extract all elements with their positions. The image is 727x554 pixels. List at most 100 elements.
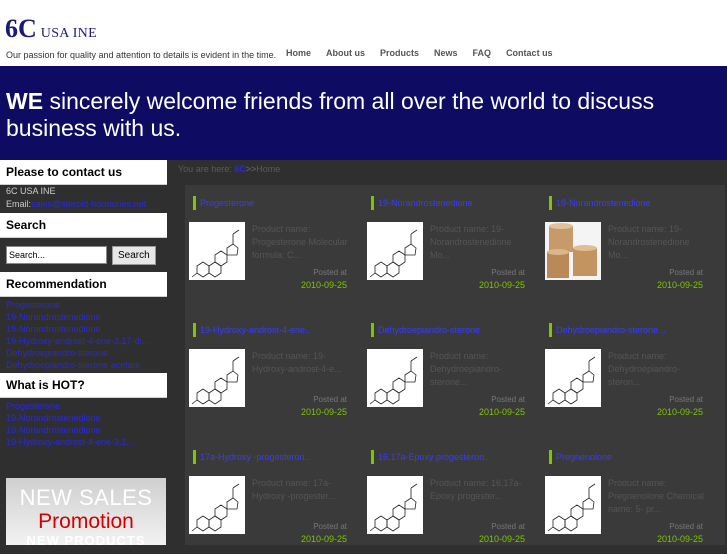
product-date: 2010-09-25 xyxy=(478,534,525,544)
product-description: Product name: 19-Hydroxy-androst-4-e... xyxy=(252,351,342,374)
molecule-structure-icon xyxy=(369,356,418,405)
product-date: 2010-09-25 xyxy=(300,280,347,290)
recommendation-item[interactable]: 19-Hydroxy-androst-4-ene-3,17-di... xyxy=(0,335,167,347)
product-image[interactable] xyxy=(189,222,245,280)
product-card[interactable]: Progesterone Product name: Progesterone M… xyxy=(185,185,357,300)
recommendation-heading: Recommendation xyxy=(0,272,167,297)
search-heading: Search xyxy=(0,213,167,238)
product-description: Product name: 17a-Hydroxy -progester... xyxy=(252,478,336,501)
hot-item[interactable]: Progesterone xyxy=(0,400,167,412)
email-link[interactable]: sales@steroid-hormones.net xyxy=(31,199,146,209)
nav-home[interactable]: Home xyxy=(286,48,311,58)
hot-item[interactable]: 19-Norandrostenedione xyxy=(0,424,167,436)
product-grid: Progesterone Product name: Progesterone M… xyxy=(185,185,725,545)
product-date: 2010-09-25 xyxy=(656,534,703,544)
promo-line-3: NEW PRODUCTS xyxy=(26,533,146,546)
product-card[interactable]: 19-Norandrostenedione Product name: 19-No… xyxy=(541,185,713,300)
breadcrumb-current: Home xyxy=(256,164,281,174)
product-posted-label: Posted at xyxy=(491,522,525,531)
recommendation-item[interactable]: 19-Norandrostenedione xyxy=(0,311,167,323)
product-date: 2010-09-25 xyxy=(478,407,525,417)
molecule-structure-icon xyxy=(191,229,240,278)
product-image[interactable] xyxy=(545,476,601,534)
product-image[interactable] xyxy=(189,476,245,534)
breadcrumb: You are here: 6C>>Home xyxy=(178,164,280,174)
product-image[interactable] xyxy=(367,349,423,407)
product-posted-label: Posted at xyxy=(313,522,347,531)
product-title-link[interactable]: 19-Norandrostenedione xyxy=(371,196,473,210)
banner-message: sincerely welcome friends from all over … xyxy=(6,88,655,141)
product-title-link[interactable]: Pregnenolone xyxy=(549,450,612,464)
nav-news[interactable]: News xyxy=(434,48,458,58)
site-tagline: Our passion for quality and attention to… xyxy=(6,50,277,60)
product-posted-label: Posted at xyxy=(669,395,703,404)
product-posted-label: Posted at xyxy=(669,268,703,277)
product-title-link[interactable]: 19-Hydroxy-androst-4-ene.. xyxy=(193,323,310,337)
product-title-link[interactable]: Dehydroepiandro-sterone .. xyxy=(549,323,666,337)
hot-heading: What is HOT? xyxy=(0,373,167,398)
banner-text: WE sincerely welcome friends from all ov… xyxy=(6,88,706,142)
product-card[interactable]: 16,17a-Epoxy progesteron.. Product name: … xyxy=(363,439,535,554)
product-date: 2010-09-25 xyxy=(300,534,347,544)
product-image[interactable] xyxy=(367,222,423,280)
product-drums-photo xyxy=(545,222,601,280)
molecule-structure-icon xyxy=(191,483,240,532)
nav-faq[interactable]: FAQ xyxy=(473,48,492,58)
promo-line-1: NEW SALES xyxy=(19,485,153,510)
product-posted-label: Posted at xyxy=(313,268,347,277)
product-card[interactable]: Pregnenolone Product name: Pregnenolone C… xyxy=(541,439,713,554)
product-date: 2010-09-25 xyxy=(656,407,703,417)
product-posted-label: Posted at xyxy=(669,522,703,531)
welcome-banner: WE sincerely welcome friends from all ov… xyxy=(0,66,727,160)
promo-banner[interactable]: NEW SALES Promotion NEW PRODUCTS xyxy=(6,478,166,545)
logo-mark: 6C xyxy=(5,14,37,43)
product-image[interactable] xyxy=(189,349,245,407)
search-form: Search xyxy=(0,238,167,272)
product-image[interactable] xyxy=(545,222,601,280)
product-card[interactable]: 17a-Hydroxy -progesteron.. Product name: … xyxy=(185,439,357,554)
breadcrumb-home-link[interactable]: 6C xyxy=(234,164,246,174)
site-logo[interactable]: 6C USA INE xyxy=(5,14,97,44)
product-title-link[interactable]: Dehydroepiandro-sterone xyxy=(371,323,480,337)
nav-products[interactable]: Products xyxy=(380,48,419,58)
search-button[interactable]: Search xyxy=(112,245,156,265)
contact-email-row: Email:sales@steroid-hormones.net xyxy=(0,198,167,211)
product-description: Product name: Dehydroepiandro-sterone... xyxy=(430,351,503,387)
recommendation-item[interactable]: Dehydroepiandro-sterone xyxy=(0,347,167,359)
search-input[interactable] xyxy=(6,246,107,264)
nav-about-us[interactable]: About us xyxy=(326,48,365,58)
recommendation-item[interactable]: Dehydroepiandro-sterone acetate xyxy=(0,359,167,371)
product-image[interactable] xyxy=(545,349,601,407)
banner-lead: WE xyxy=(6,88,44,114)
product-card[interactable]: Dehydroepiandro-sterone Product name: Deh… xyxy=(363,312,535,427)
molecule-structure-icon xyxy=(547,483,596,532)
product-date: 2010-09-25 xyxy=(656,280,703,290)
product-card[interactable]: 19-Norandrostenedione Product name: 19-No… xyxy=(363,185,535,300)
product-description: Product name: 19-Norandrostenedione Mo..… xyxy=(608,224,690,260)
breadcrumb-separator: >> xyxy=(245,164,257,174)
main-nav: Home About us Products News FAQ Contact … xyxy=(286,48,568,58)
hot-list: Progesterone 19-Norandrostenedione 19-No… xyxy=(0,398,167,448)
recommendation-item[interactable]: Progesterone xyxy=(0,299,167,311)
hot-item[interactable]: 19-Norandrostenedione xyxy=(0,412,167,424)
product-title-link[interactable]: Progesterone xyxy=(193,196,254,210)
recommendation-item[interactable]: 19-Norandrostenedione xyxy=(0,323,167,335)
email-label: Email: xyxy=(6,199,32,209)
product-card[interactable]: Dehydroepiandro-sterone .. Product name: … xyxy=(541,312,713,427)
product-description: Product name: Dehydroepiandro-steron... xyxy=(608,351,681,387)
product-description: Product name: Progesterone Molecular for… xyxy=(252,224,348,260)
hot-item[interactable]: 19-Hydroxy-androst-4-ene-3,1... xyxy=(0,436,167,448)
product-title-link[interactable]: 16,17a-Epoxy progesteron.. xyxy=(371,450,489,464)
recommendation-list: Progesterone 19-Norandrostenedione 19-No… xyxy=(0,297,167,371)
product-title-link[interactable]: 19-Norandrostenedione xyxy=(549,196,651,210)
product-date: 2010-09-25 xyxy=(300,407,347,417)
molecule-structure-icon xyxy=(191,356,240,405)
breadcrumb-prefix: You are here: xyxy=(178,164,232,174)
product-card[interactable]: 19-Hydroxy-androst-4-ene.. Product name: … xyxy=(185,312,357,427)
product-description: Product name: Pregnenolone Chemical name… xyxy=(608,478,705,514)
nav-contact-us[interactable]: Contact us xyxy=(506,48,553,58)
product-posted-label: Posted at xyxy=(313,395,347,404)
product-date: 2010-09-25 xyxy=(478,280,525,290)
product-image[interactable] xyxy=(367,476,423,534)
product-title-link[interactable]: 17a-Hydroxy -progesteron.. xyxy=(193,450,310,464)
